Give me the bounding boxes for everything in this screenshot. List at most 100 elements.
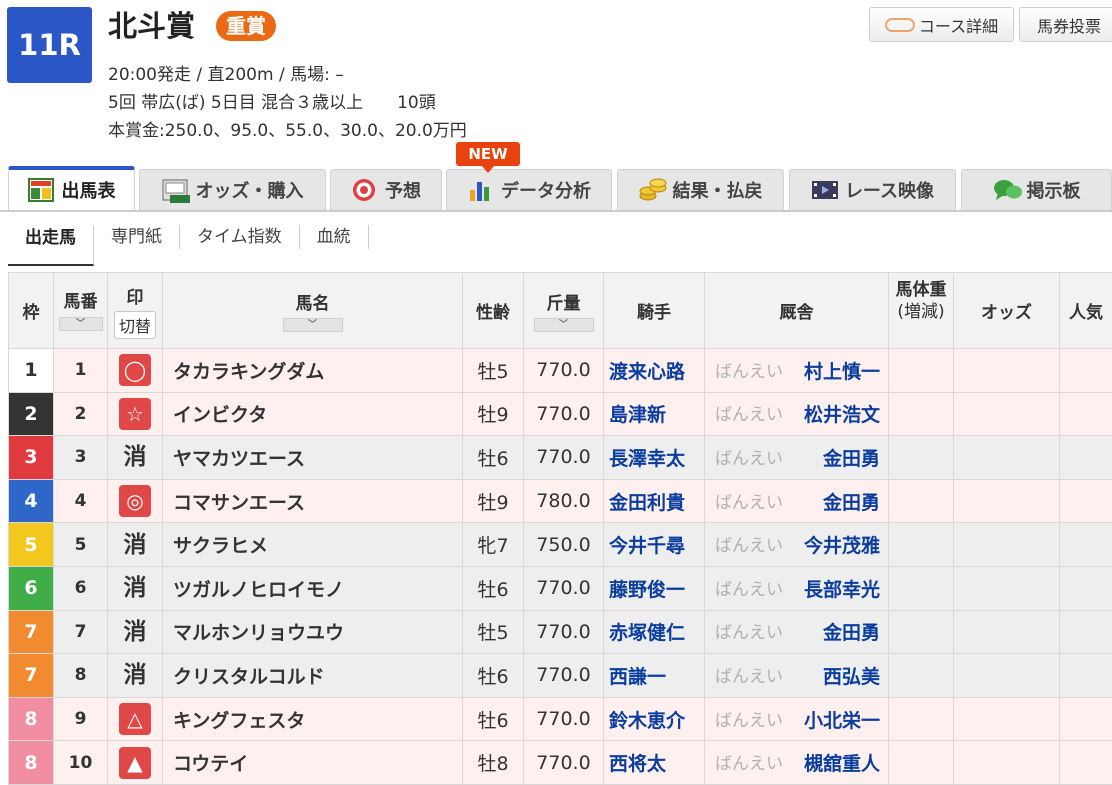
trainer-link[interactable]: 槻舘重人	[804, 749, 888, 776]
ipat-icon	[162, 178, 188, 202]
mark-cell[interactable]: 消	[108, 610, 163, 654]
bet-label: 馬券投票	[1037, 13, 1101, 37]
mark-cell[interactable]: 消	[108, 566, 163, 610]
jockey-link[interactable]: 長澤幸太	[604, 436, 705, 480]
sort-umaban-button[interactable]: ﹀	[59, 317, 103, 331]
horse-name-link[interactable]: クリスタルコルド	[163, 654, 463, 698]
tab-results[interactable]: 結果・払戻	[617, 169, 784, 210]
prediction-mark[interactable]: ☆	[119, 398, 151, 430]
odds-cell	[954, 610, 1060, 654]
weight-cell: 770.0	[524, 654, 604, 698]
tab-odds[interactable]: オッズ・購入	[139, 169, 326, 210]
odds-cell	[954, 436, 1060, 480]
jockey-link[interactable]: 金田利貴	[604, 479, 705, 523]
mark-cell[interactable]: ◎	[108, 479, 163, 523]
umaban-cell: 10	[54, 741, 108, 785]
trainer-link[interactable]: 金田勇	[823, 618, 888, 645]
horse-name-link[interactable]: コウテイ	[163, 741, 463, 785]
trainer-link[interactable]: 小北栄一	[804, 706, 888, 733]
header-waku: 枠	[9, 273, 54, 349]
table-row: 78消クリスタルコルド牡6770.0西謙一ばんえい西弘美	[9, 654, 1112, 698]
prediction-mark[interactable]: △	[119, 703, 151, 735]
mark-cell[interactable]: 消	[108, 654, 163, 698]
sex-age-cell: 牡5	[463, 610, 524, 654]
trainer-link[interactable]: 金田勇	[823, 488, 888, 515]
sort-weight-button[interactable]: ﹀	[534, 318, 594, 332]
tab-bulletin-board[interactable]: 掲示板	[961, 169, 1112, 210]
prediction-mark[interactable]: 消	[119, 616, 151, 648]
subtab-time-index[interactable]: タイム指数	[180, 225, 300, 249]
sort-name-button[interactable]: ﹀	[283, 318, 343, 332]
jockey-link[interactable]: 渡来心路	[604, 349, 705, 393]
tab-entries[interactable]: 出馬表	[8, 166, 135, 210]
horse-name-link[interactable]: コマサンエース	[163, 479, 463, 523]
waku-number: 7	[24, 664, 37, 686]
prediction-mark[interactable]: 消	[119, 659, 151, 691]
mark-cell[interactable]: 消	[108, 523, 163, 567]
tab-race-video[interactable]: レース映像	[789, 169, 956, 210]
header-umaban[interactable]: 馬番 ﹀	[54, 273, 108, 349]
race-prize-money: 本賞金:250.0、95.0、55.0、30.0、20.0万円	[108, 116, 467, 141]
horse-name-link[interactable]: サクラヒメ	[163, 523, 463, 567]
subtab-newspaper[interactable]: 専門紙	[94, 225, 180, 249]
body-weight-cell	[889, 479, 954, 523]
mark-cell[interactable]: △	[108, 697, 163, 741]
horse-name-link[interactable]: マルホンリョウユウ	[163, 610, 463, 654]
tab-label: 結果・払戻	[673, 177, 763, 203]
jockey-link[interactable]: 今井千尋	[604, 523, 705, 567]
jockey-link[interactable]: 西将太	[604, 741, 705, 785]
sub-tabs: 出走馬 専門紙 タイム指数 血統	[8, 214, 369, 260]
header-umaban-label: 馬番	[64, 291, 98, 313]
trainer-link[interactable]: 西弘美	[823, 662, 888, 689]
jockey-link[interactable]: 藤野俊一	[604, 566, 705, 610]
prediction-mark[interactable]: ▲	[119, 747, 151, 779]
odds-cell	[954, 697, 1060, 741]
mark-cell[interactable]: ◯	[108, 349, 163, 393]
prediction-mark[interactable]: ◯	[119, 354, 151, 386]
waku-cell: 4	[9, 479, 54, 523]
horse-name-link[interactable]: タカラキングダム	[163, 349, 463, 393]
subtab-entries[interactable]: 出走馬	[8, 226, 94, 266]
stable-cell: ばんえい西弘美	[705, 654, 889, 698]
header-name[interactable]: 馬名 ﹀	[163, 273, 463, 349]
course-detail-button[interactable]: コース詳細	[869, 7, 1014, 42]
body-weight-cell	[889, 523, 954, 567]
tab-prediction[interactable]: 予想	[330, 169, 442, 210]
weight-cell: 770.0	[524, 392, 604, 436]
trainer-link[interactable]: 松井浩文	[804, 400, 888, 427]
mark-cell[interactable]: ☆	[108, 392, 163, 436]
header-weight[interactable]: 斤量 ﹀	[524, 273, 604, 349]
header-body-label: 馬体重	[889, 279, 953, 301]
stable-cell: ばんえい 金田勇	[705, 436, 889, 480]
popular-cell	[1060, 566, 1112, 610]
prediction-mark[interactable]: ◎	[119, 485, 151, 517]
weight-cell: 770.0	[524, 697, 604, 741]
jockey-link[interactable]: 島津新	[604, 392, 705, 436]
mark-switch-button[interactable]: 切替	[114, 311, 156, 339]
trainer-link[interactable]: 金田勇	[823, 444, 888, 471]
subtab-pedigree[interactable]: 血統	[300, 225, 369, 249]
mark-cell[interactable]: 消	[108, 436, 163, 480]
stable-cell: ばんえい今井茂雅	[705, 523, 889, 567]
trainer-link[interactable]: 長部幸光	[804, 575, 888, 602]
stable-region: ばんえい	[715, 449, 783, 469]
prediction-mark[interactable]: 消	[119, 441, 151, 473]
bet-button[interactable]: 馬券投票	[1019, 7, 1112, 42]
trainer-link[interactable]: 村上慎一	[804, 357, 888, 384]
prediction-mark[interactable]: 消	[119, 529, 151, 561]
horse-name-link[interactable]: キングフェスタ	[163, 697, 463, 741]
sex-age-cell: 牡5	[463, 349, 524, 393]
jockey-link[interactable]: 赤塚健仁	[604, 610, 705, 654]
waku-number: 5	[24, 534, 37, 556]
horse-name-link[interactable]: ツガルノヒロイモノ	[163, 566, 463, 610]
tab-data-analysis[interactable]: データ分析	[446, 169, 612, 210]
trainer-link[interactable]: 今井茂雅	[804, 531, 888, 558]
horse-name-link[interactable]: ヤマカツエース	[163, 436, 463, 480]
mark-cell[interactable]: ▲	[108, 741, 163, 785]
prediction-mark[interactable]: 消	[119, 572, 151, 604]
coins-icon	[639, 178, 665, 202]
entries-table: 枠 馬番 ﹀ 印 切替 馬名 ﹀ 性齢 斤量 ﹀ 騎手 厩舎 馬体重 (増減)	[8, 272, 1112, 785]
horse-name-link[interactable]: インビクタ	[163, 392, 463, 436]
jockey-link[interactable]: 西謙一	[604, 654, 705, 698]
jockey-link[interactable]: 鈴木恵介	[604, 697, 705, 741]
